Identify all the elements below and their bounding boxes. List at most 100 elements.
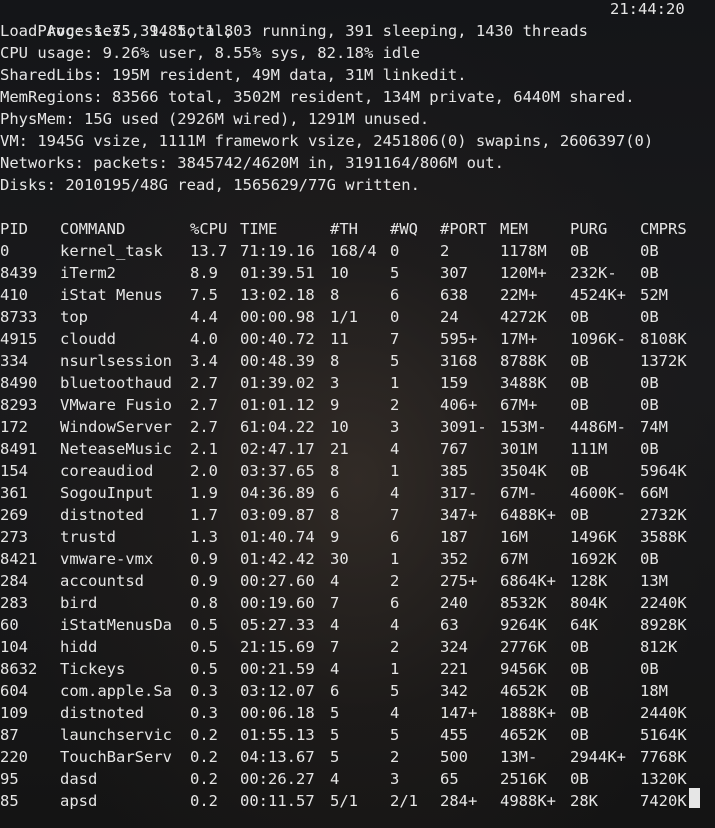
cell-cpu: 0.3 (190, 704, 218, 722)
cell-command: iTerm2 (60, 264, 116, 282)
cell-pid: 8293 (0, 396, 38, 414)
cell-time: 04:36.89 (240, 484, 315, 502)
cell-time: 01:42.42 (240, 550, 315, 568)
cell-command: distnoted (60, 704, 144, 722)
cell-pid: 220 (0, 748, 28, 766)
cell-mem: 6488K+ (500, 506, 556, 524)
table-row: 8293 VMware Fusio 2.7 01:01.12 9 2 406+ 67M+ 0B 0… (0, 394, 715, 416)
cell-port: 221 (440, 660, 468, 678)
table-row: 8632 Tickeys 0.5 00:21.59 4 1 221 9456K 0B 0B (0, 658, 715, 680)
cell-command: hidd (60, 638, 98, 656)
cell-purg: 0B (570, 682, 589, 700)
cell-pid: 8632 (0, 660, 38, 678)
cell-mem: 6864K+ (500, 572, 556, 590)
cell-port: 3091- (440, 418, 487, 436)
cell-threads: 1/1 (330, 308, 358, 326)
table-row: 4915 cloudd 4.0 00:40.72 11 7 595+ 17M+ 1096K- 81… (0, 328, 715, 350)
cell-purg: 0B (570, 770, 589, 788)
cell-threads: 6 (330, 484, 340, 502)
cell-time: 00:11.57 (240, 792, 315, 810)
cell-cpu: 0.2 (190, 748, 218, 766)
cell-time: 04:13.67 (240, 748, 315, 766)
cell-wq: 5 (390, 726, 400, 744)
cell-cmprs: 0B (640, 396, 659, 414)
table-row: 284 accountsd 0.9 00:27.60 4 2 275+ 6864K+ 128K 1… (0, 570, 715, 592)
physmem-line: PhysMem: 15G used (2926M wired), 1291M u… (0, 110, 430, 128)
cell-wq: 6 (390, 286, 400, 304)
cell-purg: 111M (570, 440, 608, 458)
cell-purg: 804K (570, 594, 608, 612)
cell-mem: 4988K+ (500, 792, 556, 810)
table-row: 269 distnoted 1.7 03:09.87 8 7 347+ 6488K+ 0B 273… (0, 504, 715, 526)
table-row: 172 WindowServer 2.7 61:04.22 10 3 3091- 153M- 4… (0, 416, 715, 438)
cell-pid: 334 (0, 352, 28, 370)
cell-cpu: 0.9 (190, 572, 218, 590)
cell-cmprs: 0B (640, 550, 659, 568)
cell-purg: 1692K (570, 550, 617, 568)
cell-mem: 301M (500, 440, 538, 458)
text-cursor (689, 788, 700, 808)
cell-pid: 0 (0, 242, 10, 260)
cell-threads: 7 (330, 638, 340, 656)
cell-threads: 4 (330, 572, 340, 590)
header-cmprs: CMPRS (640, 220, 687, 238)
table-row: 8490 bluetoothaud 2.7 01:39.02 3 1 159 3488K 0B 0… (0, 372, 715, 394)
cell-threads: 8 (330, 286, 340, 304)
cell-wq: 5 (390, 264, 400, 282)
cell-command: dasd (60, 770, 98, 788)
memregions-line: MemRegions: 83566 total, 3502M resident,… (0, 88, 635, 106)
cell-pid: 8490 (0, 374, 38, 392)
cell-cpu: 1.9 (190, 484, 218, 502)
cell-command: bluetoothaud (60, 374, 172, 392)
header-port: #PORT (440, 220, 487, 238)
cell-threads: 8 (330, 506, 340, 524)
cell-time: 02:47.17 (240, 440, 315, 458)
table-row: 87 launchservic 0.2 01:55.13 5 5 455 4652K 0B 516… (0, 724, 715, 746)
cell-pid: 104 (0, 638, 28, 656)
cell-wq: 1 (390, 462, 400, 480)
cell-wq: 4 (390, 704, 400, 722)
cell-cpu: 0.8 (190, 594, 218, 612)
cell-threads: 10 (330, 264, 349, 282)
cell-threads: 30 (330, 550, 349, 568)
cell-cmprs: 0B (640, 660, 659, 678)
cell-time: 01:39.51 (240, 264, 315, 282)
cell-port: 159 (440, 374, 468, 392)
cell-cpu: 1.7 (190, 506, 218, 524)
cell-cpu: 1.3 (190, 528, 218, 546)
table-row: 154 coreaudiod 2.0 03:37.65 8 1 385 3504K 0B 5964… (0, 460, 715, 482)
table-row: 8421 vmware-vmx 0.9 01:42.42 30 1 352 67M 1692K 0… (0, 548, 715, 570)
cell-pid: 95 (0, 770, 19, 788)
cell-port: 187 (440, 528, 468, 546)
cell-cpu: 4.4 (190, 308, 218, 326)
cell-purg: 128K (570, 572, 608, 590)
cell-mem: 4652K (500, 682, 547, 700)
cell-time: 01:39.02 (240, 374, 315, 392)
cell-threads: 5 (330, 704, 340, 722)
cell-wq: 0 (390, 242, 400, 260)
cell-mem: 1888K+ (500, 704, 556, 722)
cell-purg: 0B (570, 726, 589, 744)
cell-wq: 6 (390, 528, 400, 546)
cell-threads: 5 (330, 726, 340, 744)
cell-mem: 2516K (500, 770, 547, 788)
table-row: 283 bird 0.8 00:19.60 7 6 240 8532K 804K 2240K (0, 592, 715, 614)
cell-cpu: 8.9 (190, 264, 218, 282)
cell-wq: 1 (390, 660, 400, 678)
cell-pid: 87 (0, 726, 19, 744)
cell-port: 342 (440, 682, 468, 700)
cell-command: coreaudiod (60, 462, 154, 480)
cell-wq: 6 (390, 594, 400, 612)
cell-pid: 154 (0, 462, 28, 480)
cell-pid: 8439 (0, 264, 38, 282)
cell-pid: 269 (0, 506, 28, 524)
cell-purg: 0B (570, 374, 589, 392)
cell-mem: 1178M (500, 242, 547, 260)
cell-wq: 7 (390, 330, 400, 348)
header-time: TIME (240, 220, 278, 238)
cell-wq: 0 (390, 308, 400, 326)
terminal-window[interactable]: Processes: 394 total, 3 running, 391 sle… (0, 0, 715, 828)
cell-purg: 28K (570, 792, 598, 810)
cell-cmprs: 18M (640, 682, 668, 700)
cell-wq: 2 (390, 638, 400, 656)
